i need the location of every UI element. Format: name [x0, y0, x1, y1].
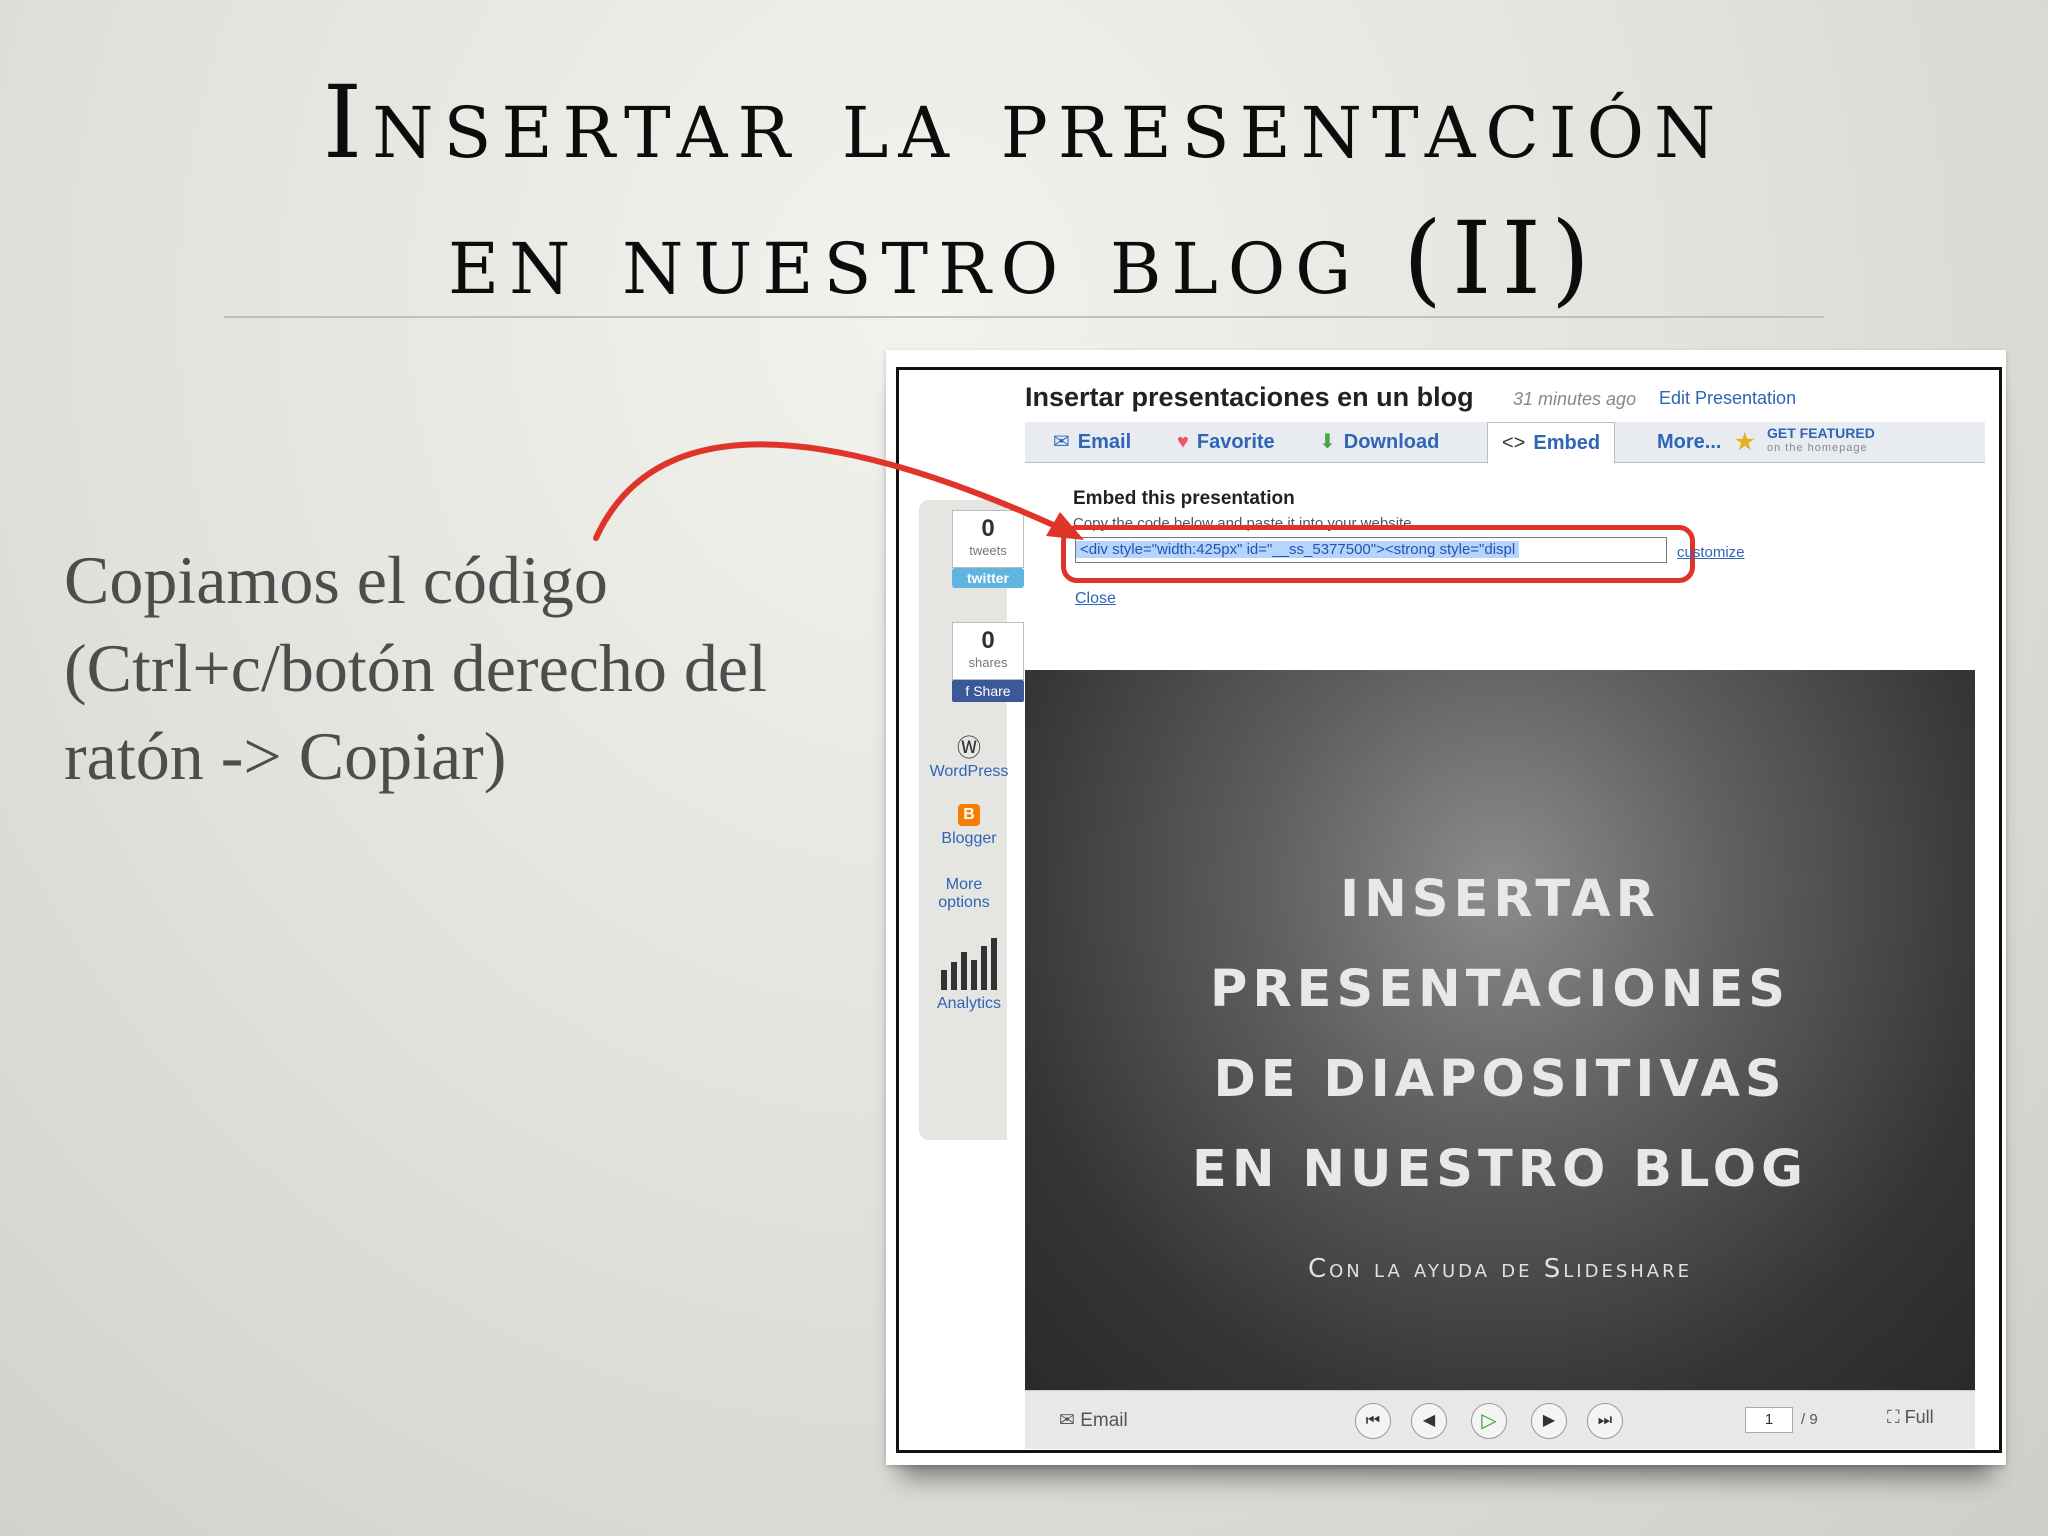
annotation-arrow — [593, 441, 1084, 541]
